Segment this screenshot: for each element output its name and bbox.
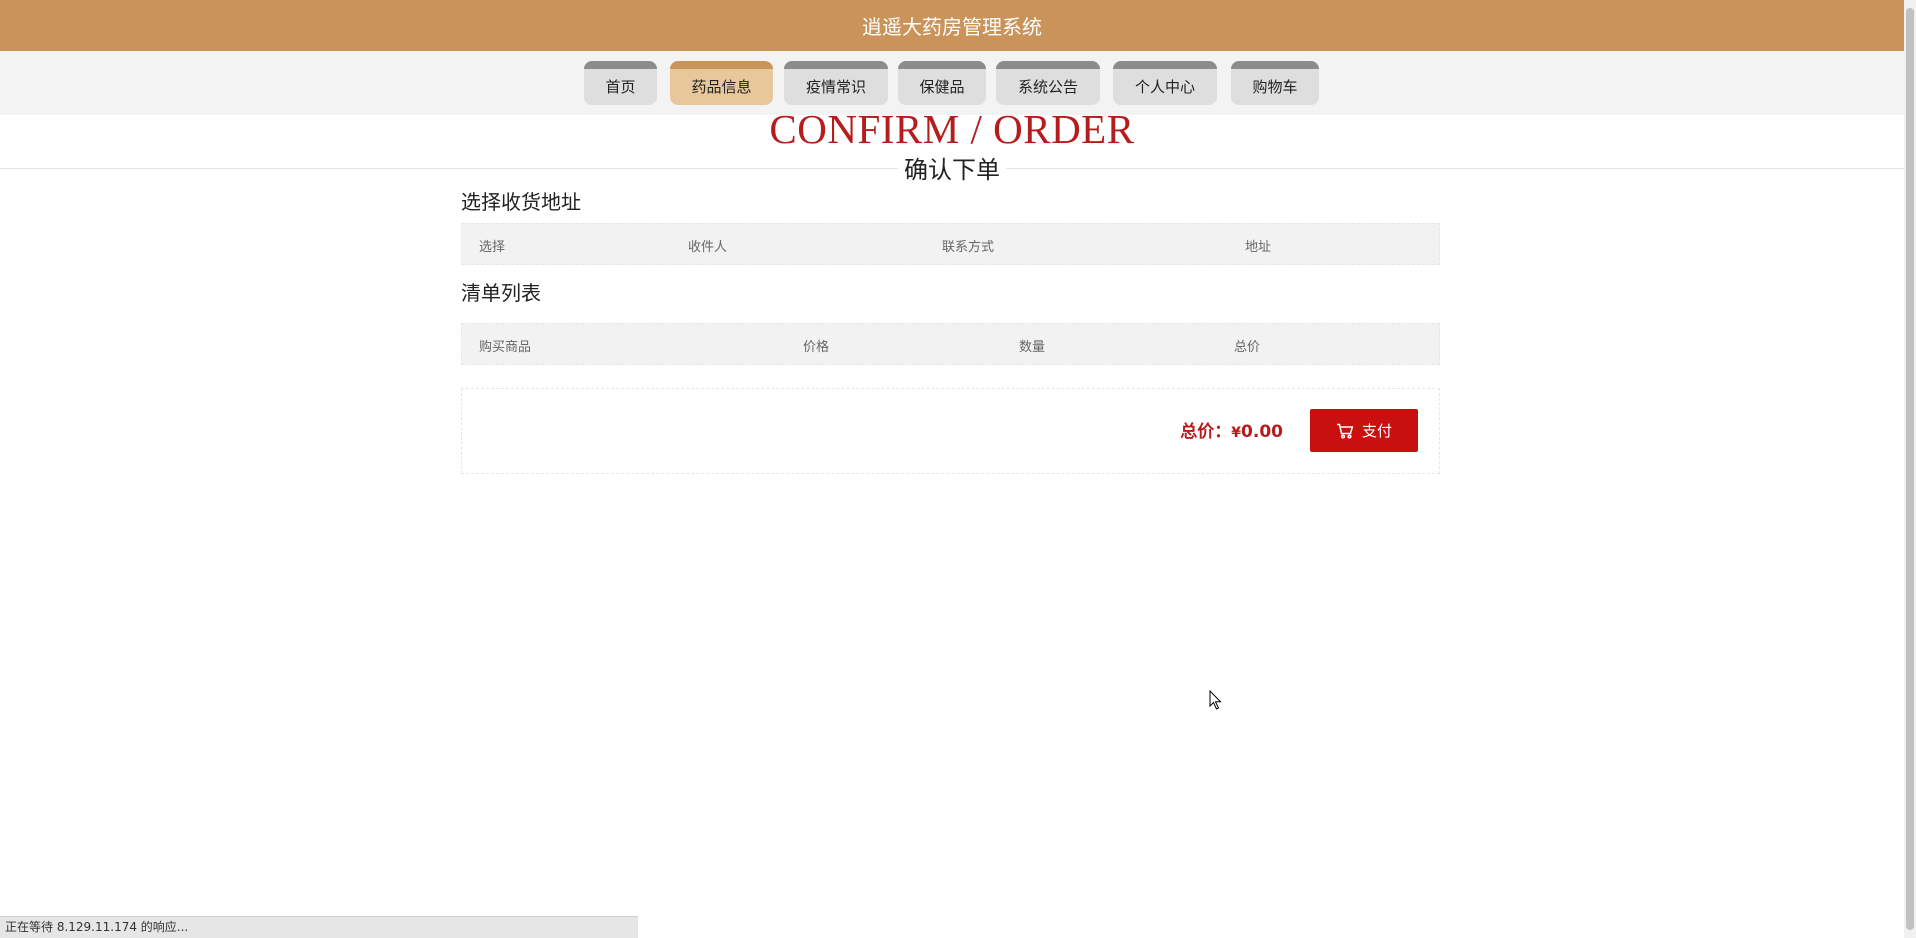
order-col-product: 购买商品 (479, 340, 532, 355)
nav-home[interactable]: 首页 (584, 61, 657, 105)
app-title: 逍遥大药房管理系统 (862, 15, 1042, 39)
nav-epidemic-knowledge[interactable]: 疫情常识 (784, 61, 888, 105)
page-title-cn-text: 确认下单 (898, 156, 1006, 184)
order-col-price: 价格 (803, 340, 830, 355)
vertical-scrollbar[interactable] (1904, 0, 1916, 938)
total-price-label: 总价： (1180, 422, 1232, 442)
pay-button-label: 支付 (1361, 422, 1392, 440)
cart-icon (1336, 423, 1354, 439)
address-table-header: 选择 收件人 联系方式 地址 (461, 223, 1440, 265)
total-price: 总价：¥0.00 (1180, 417, 1283, 442)
address-section-title: 选择收货地址 (461, 190, 581, 214)
app-header: 逍遥大药房管理系统 (0, 0, 1904, 51)
nav-cart[interactable]: 购物车 (1231, 61, 1319, 105)
page-title-cn: 确认下单 (0, 154, 1904, 186)
pay-button[interactable]: 支付 (1310, 409, 1418, 452)
address-col-contact: 联系方式 (942, 240, 995, 255)
nav-medicine-info[interactable]: 药品信息 (670, 61, 773, 105)
address-col-recipient: 收件人 (688, 240, 728, 255)
address-col-address: 地址 (1245, 240, 1272, 255)
order-col-quantity: 数量 (1019, 340, 1046, 355)
nav-announcements[interactable]: 系统公告 (996, 61, 1100, 105)
order-col-subtotal: 总价 (1234, 340, 1261, 355)
nav-health-products[interactable]: 保健品 (898, 61, 986, 105)
currency-symbol: ¥ (1231, 425, 1242, 441)
scrollbar-thumb[interactable] (1906, 8, 1914, 930)
total-price-value: 0.00 (1241, 422, 1283, 442)
order-table-header: 购买商品 价格 数量 总价 (461, 323, 1440, 365)
browser-status-bar: 正在等待 8.129.11.174 的响应... (0, 916, 638, 938)
page-title-en: CONFIRM / ORDER (769, 106, 1135, 152)
nav-personal-center[interactable]: 个人中心 (1113, 61, 1217, 105)
order-section-title: 清单列表 (461, 281, 541, 305)
mouse-cursor-icon (1209, 689, 1223, 714)
address-col-select: 选择 (479, 240, 506, 255)
order-summary: 总价：¥0.00 支付 (461, 388, 1440, 474)
